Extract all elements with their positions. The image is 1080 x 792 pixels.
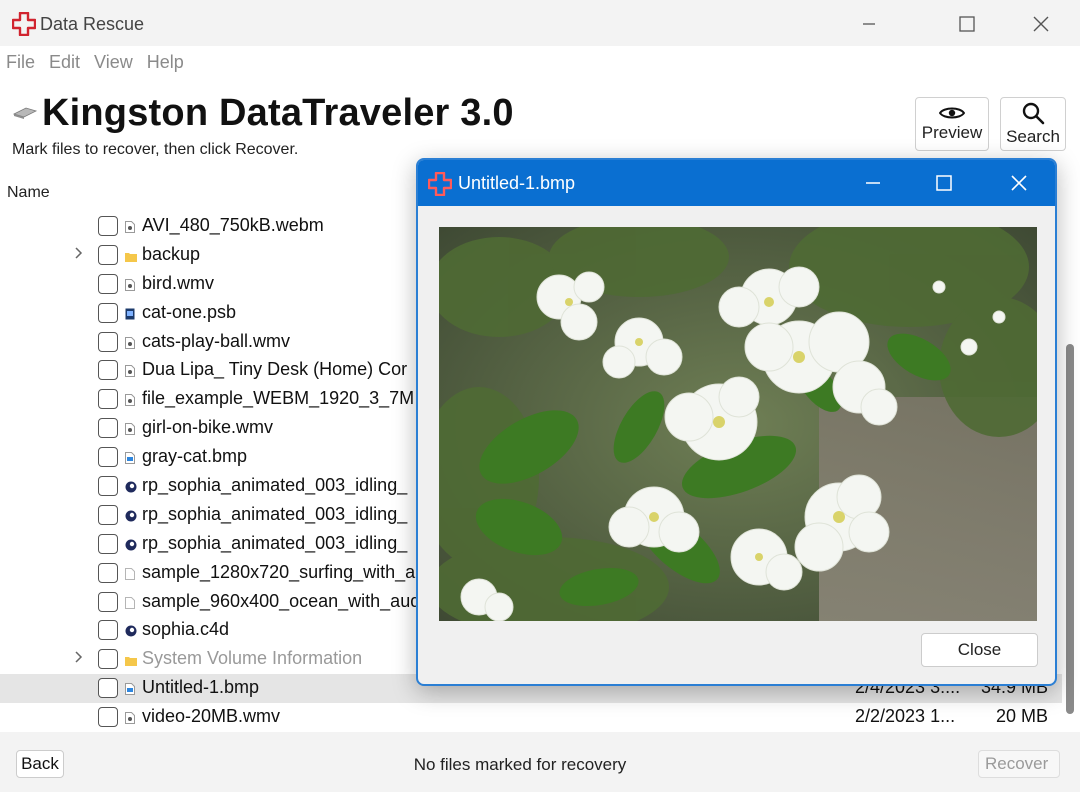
file-date: 2/2/2023 1... <box>855 706 956 727</box>
search-button[interactable]: Search <box>1000 97 1066 151</box>
recover-checkbox[interactable] <box>98 476 118 497</box>
c4d-file-icon <box>125 538 137 551</box>
usb-drive-icon <box>12 107 38 119</box>
status-text: No files marked for recovery <box>413 755 627 774</box>
file-name: System Volume Information <box>142 648 363 669</box>
file-name: gray-cat.bmp <box>142 446 248 467</box>
file-name: cat-one.psb <box>142 301 237 322</box>
recover-checkbox[interactable] <box>98 649 118 670</box>
media-file-icon <box>125 364 135 378</box>
file-name: Untitled-1.bmp <box>142 677 260 698</box>
file-name: cats-play-ball.wmv <box>142 330 291 351</box>
search-icon <box>1022 102 1045 125</box>
media-file-icon <box>125 278 135 291</box>
recover-checkbox[interactable] <box>98 360 118 381</box>
menu-bar: File Edit View Help <box>0 46 1080 78</box>
media-file-icon <box>125 336 135 349</box>
folder-icon <box>125 653 137 667</box>
file-name: rp_sophia_animated_003_idling_ <box>142 503 408 524</box>
scrollbar[interactable] <box>1066 344 1074 714</box>
preview-image <box>439 227 1037 621</box>
file-size: 20 MB <box>995 706 1048 727</box>
file-name: rp_sophia_animated_003_idling_ <box>142 475 408 496</box>
media-file-icon <box>125 711 135 725</box>
recover-checkbox[interactable] <box>98 244 118 265</box>
recover-checkbox[interactable] <box>98 678 118 699</box>
recover-checkbox[interactable] <box>98 389 118 410</box>
media-file-icon <box>125 220 135 233</box>
file-name: backup <box>142 243 201 264</box>
maximize-button[interactable] <box>944 8 990 40</box>
folder-icon <box>125 249 137 262</box>
menu-file[interactable]: File <box>6 52 35 73</box>
close-icon <box>1033 16 1049 32</box>
preview-dialog: Untitled-1.bmp Close <box>416 158 1057 686</box>
dialog-close-button[interactable]: Close <box>921 633 1038 667</box>
close-window-button[interactable] <box>1018 8 1064 40</box>
chevron-right-icon[interactable] <box>74 246 86 265</box>
data-rescue-logo-icon <box>428 172 452 196</box>
app-title: Data Rescue <box>40 14 145 34</box>
image-file-icon <box>125 451 135 465</box>
data-rescue-logo-icon <box>12 12 36 36</box>
image-file-icon <box>125 682 135 696</box>
file-name: sample_960x400_ocean_with_aud <box>142 590 421 611</box>
recover-checkbox[interactable] <box>98 302 118 323</box>
maximize-icon <box>959 16 975 32</box>
file-name: sample_1280x720_surfing_with_a <box>142 561 416 582</box>
recover-checkbox[interactable] <box>98 620 118 641</box>
footer-bar: Back No files marked for recovery Recove… <box>0 732 1080 792</box>
dialog-maximize-button[interactable] <box>921 168 967 198</box>
preview-button[interactable]: Preview <box>915 97 989 151</box>
media-file-icon <box>125 422 135 436</box>
file-name: sophia.c4d <box>142 619 230 640</box>
recover-button[interactable]: Recover <box>978 750 1060 778</box>
instructions-text: Mark files to recover, then click Recove… <box>12 141 299 158</box>
recover-checkbox[interactable] <box>98 216 118 236</box>
menu-help[interactable]: Help <box>147 52 184 73</box>
dialog-close-x-button[interactable] <box>996 168 1042 198</box>
c4d-file-icon <box>125 480 137 493</box>
title-bar: Data Rescue <box>0 0 1080 46</box>
psb-file-icon <box>125 307 135 320</box>
minimize-icon <box>866 182 880 184</box>
minimize-icon <box>863 23 875 25</box>
blank-file-icon <box>125 596 135 609</box>
recover-checkbox[interactable] <box>98 533 118 554</box>
chevron-right-icon[interactable] <box>74 650 86 669</box>
recover-checkbox[interactable] <box>98 273 118 294</box>
recover-checkbox[interactable] <box>98 418 118 439</box>
eye-icon <box>939 107 965 119</box>
search-label: Search <box>1006 127 1060 146</box>
file-name: AVI_480_750kB.webm <box>142 215 324 235</box>
file-name: rp_sophia_animated_003_idling_ <box>142 532 408 553</box>
menu-view[interactable]: View <box>94 52 133 73</box>
maximize-icon <box>936 175 952 191</box>
dialog-minimize-button[interactable] <box>850 168 896 198</box>
dialog-title: Untitled-1.bmp <box>458 173 576 193</box>
recover-checkbox[interactable] <box>98 591 118 612</box>
file-name: bird.wmv <box>142 272 215 293</box>
drive-title: Kingston DataTraveler 3.0 <box>42 92 514 134</box>
file-name: Dua Lipa_ Tiny Desk (Home) Cor <box>142 359 408 380</box>
preview-label: Preview <box>921 123 983 142</box>
c4d-file-icon <box>125 624 137 637</box>
dialog-title-bar: Untitled-1.bmp <box>418 160 1055 206</box>
media-file-icon <box>125 393 135 407</box>
minimize-button[interactable] <box>846 8 892 40</box>
blank-file-icon <box>125 567 135 580</box>
recover-checkbox[interactable] <box>98 447 118 468</box>
file-name: file_example_WEBM_1920_3_7M <box>142 388 415 409</box>
recover-checkbox[interactable] <box>98 331 118 352</box>
close-icon <box>1011 175 1027 191</box>
file-row[interactable]: video-20MB.wmv 2/2/2023 1... 20 MB <box>0 703 1062 732</box>
c4d-file-icon <box>125 509 137 522</box>
menu-edit[interactable]: Edit <box>49 52 80 73</box>
file-name: video-20MB.wmv <box>142 706 281 727</box>
recover-checkbox[interactable] <box>98 707 118 728</box>
column-header-name[interactable]: Name <box>7 184 50 202</box>
recover-checkbox[interactable] <box>98 562 118 583</box>
recover-checkbox[interactable] <box>98 504 118 525</box>
file-name: girl-on-bike.wmv <box>142 417 274 438</box>
